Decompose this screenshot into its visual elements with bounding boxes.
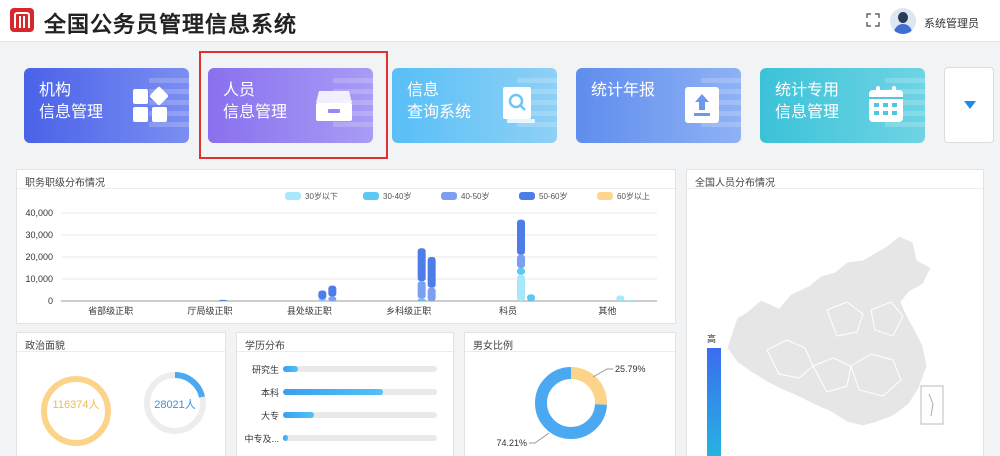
- module-card-stats[interactable]: 统计专用 信息管理: [760, 68, 925, 143]
- bar-segment: [517, 274, 525, 301]
- x-tick-label: 省部级正职: [88, 305, 133, 316]
- label-leader: [592, 368, 613, 378]
- political-value-2: 28021人: [154, 399, 196, 411]
- grid-icon: [133, 86, 169, 122]
- legend-swatch: [441, 192, 457, 200]
- bar-segment: [318, 299, 327, 301]
- legend-label: 60岁以上: [617, 191, 650, 201]
- education-row: 大专: [237, 407, 453, 425]
- user-name[interactable]: 系统管理员: [924, 15, 979, 31]
- panel-title: 政治面貌: [25, 341, 65, 352]
- education-fill: [283, 435, 288, 441]
- education-track: [283, 366, 437, 372]
- top-header: 全国公务员管理信息系统 系统管理员: [0, 0, 1000, 42]
- education-label: 本科: [260, 388, 279, 398]
- module-card-org[interactable]: 机构 信息管理: [24, 68, 189, 143]
- bar-segment: [626, 299, 635, 301]
- map-legend-bar[interactable]: [707, 348, 721, 456]
- china-map[interactable]: [687, 190, 983, 456]
- legend-swatch: [363, 192, 379, 200]
- education-fill: [283, 412, 314, 418]
- education-track: [283, 389, 437, 395]
- population-map-panel: 全国人员分布情况 高: [686, 169, 984, 456]
- bar-segment: [219, 299, 227, 301]
- bar-segment: [417, 248, 426, 282]
- module-label: 统计专用 信息管理: [775, 82, 840, 121]
- gender-donut-chart: 25.79% 74.21%: [496, 364, 646, 448]
- bar-segment: [318, 300, 327, 302]
- fullscreen-icon[interactable]: [866, 13, 880, 27]
- x-tick-label: 乡科级正职: [386, 305, 431, 316]
- bar-segment: [517, 254, 525, 268]
- bar-segment: [616, 295, 625, 301]
- rank-distribution-panel: 职务职级分布情况 40,000 30,000 20,000 10,000 0 省部级正职 厅…: [16, 169, 676, 324]
- bar-segment: [318, 290, 327, 300]
- x-tick-label: 厅局级正职: [187, 305, 232, 316]
- education-row: 研究生: [237, 361, 453, 379]
- selection-highlight: [199, 51, 388, 159]
- donut-slice: [570, 367, 607, 405]
- education-track: [283, 435, 437, 441]
- panel-title: 职务职级分布情况: [25, 178, 105, 189]
- education-panel: 学历分布 研究生本科大专中专及...: [236, 332, 454, 456]
- app-title: 全国公务员管理信息系统: [44, 13, 298, 38]
- rank-bar-chart: 40,000 30,000 20,000 10,000 0 省部级正职 厅局级正职 县处级正职…: [25, 191, 657, 316]
- y-tick-label: 20,000: [25, 252, 53, 262]
- module-label: 机构 信息管理: [39, 82, 104, 121]
- y-tick-label: 10,000: [25, 274, 53, 284]
- education-track: [283, 412, 437, 418]
- political-value-1: 116374人: [52, 399, 100, 411]
- map-legend-label: 高: [707, 334, 717, 344]
- label-leader: [529, 432, 550, 444]
- legend-label: 50-60岁: [539, 191, 567, 201]
- education-row: 中专及...: [237, 430, 453, 448]
- upload-icon: [685, 87, 719, 123]
- bar-segment: [328, 296, 337, 301]
- more-modules-button[interactable]: [944, 67, 994, 143]
- gender-pct-2: 74.21%: [496, 438, 527, 448]
- education-fill: [283, 389, 384, 395]
- bar-segment: [527, 294, 535, 301]
- x-tick-label: 县处级正职: [287, 305, 332, 316]
- search-book-icon: [503, 87, 535, 123]
- calendar-icon: [869, 86, 903, 122]
- education-label: 研究生: [251, 365, 279, 375]
- legend-label: 30岁以下: [305, 191, 338, 201]
- y-tick-label: 0: [48, 296, 53, 306]
- legend-label: 40-50岁: [461, 191, 489, 201]
- education-row: 本科: [237, 384, 453, 402]
- user-avatar[interactable]: [890, 8, 916, 34]
- panel-title: 学历分布: [245, 341, 285, 352]
- bar-segment: [427, 257, 436, 288]
- bar-segment: [517, 219, 525, 255]
- bar-segment: [417, 281, 426, 299]
- bar-segment: [328, 285, 337, 297]
- education-fill: [283, 366, 299, 372]
- legend-label: 30-40岁: [383, 191, 411, 201]
- module-label: 统计年报: [591, 82, 656, 99]
- module-card-query[interactable]: 信息 查询系统: [392, 68, 557, 143]
- legend-swatch: [597, 192, 613, 200]
- panel-title: 男女比例: [473, 341, 513, 352]
- bar-segment: [517, 268, 525, 275]
- political-status-panel: 政治面貌 116374人 28021人: [16, 332, 226, 456]
- module-label: 信息 查询系统: [407, 82, 472, 121]
- module-card-annual-report[interactable]: 统计年报: [576, 68, 741, 143]
- gender-ratio-panel: 男女比例 25.79% 74.21%: [464, 332, 676, 456]
- legend-swatch: [285, 192, 301, 200]
- bar-segment: [427, 287, 436, 301]
- education-label: 中专及...: [244, 434, 279, 444]
- legend-swatch: [519, 192, 535, 200]
- gender-pct-1: 25.79%: [615, 364, 646, 374]
- bar-segment: [417, 298, 426, 301]
- x-tick-label: 科员: [499, 305, 517, 316]
- education-label: 大专: [260, 411, 279, 421]
- y-tick-label: 30,000: [25, 230, 53, 240]
- panel-title: 全国人员分布情况: [695, 178, 775, 189]
- y-tick-label: 40,000: [25, 208, 53, 218]
- triangle-down-icon: [964, 101, 976, 109]
- x-tick-label: 其他: [598, 305, 616, 316]
- app-logo: [10, 8, 34, 32]
